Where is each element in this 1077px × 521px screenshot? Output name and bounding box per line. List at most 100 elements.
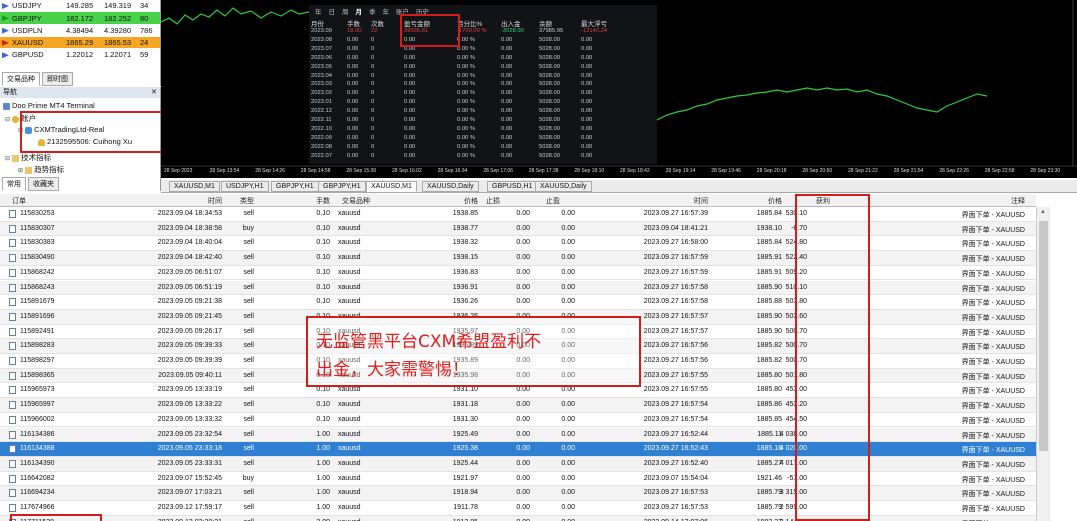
popup-tab[interactable]: 月 — [356, 6, 363, 16]
column-header[interactable]: 订单 — [12, 196, 26, 206]
table-row[interactable]: 115966002 2023.09.05 13:33:32 sell 0.10 xauu… — [0, 413, 1036, 428]
nav-account-item[interactable]: 2132595506: Cuihong Xu — [38, 137, 132, 146]
nav-trend[interactable]: ⊞ 趋势指标 — [18, 164, 64, 175]
table-row[interactable]: 115891679 2023.09.05 09:21:38 sell 0.10 xauu… — [0, 295, 1036, 310]
scroll-up-icon[interactable]: ▲ — [1040, 209, 1046, 215]
nav-indicators[interactable]: ⊟ 技术指标 — [5, 152, 51, 163]
table-cell: 2023.09.27 16:57:53 — [643, 489, 708, 497]
popup-cell: 0.00 — [347, 90, 359, 97]
market-row[interactable]: GBPUSD 1.22012 1.22071 59 — [0, 49, 160, 61]
popup-cell: 0.00 % — [457, 81, 476, 88]
table-cell: 453.00 — [785, 386, 807, 394]
market-row[interactable]: GBPJPY 182.172 182.252 80 — [0, 12, 160, 24]
column-header[interactable]: 止损 — [460, 196, 500, 206]
table-row[interactable]: 116134386 2023.09.05 23:32:54 sell 1.00 xauu… — [0, 427, 1036, 443]
column-header[interactable]: 时间 — [630, 196, 708, 206]
table-cell: 0.10 — [316, 298, 330, 306]
table-row[interactable]: 115830253 2023.09.04 18:34:53 sell 0.10 xauu… — [0, 207, 1036, 222]
popup-tab[interactable]: 年 — [315, 6, 322, 16]
popup-row: 2023.01 0.00 0 0.00 0.00 % 0.00 5028.00 0.00 — [309, 99, 657, 107]
chart-tab[interactable]: GBPJPY,H1 — [318, 181, 366, 192]
table-row[interactable]: 116694234 2023.09.07 17:03:21 sell 1.00 xauu… — [0, 486, 1036, 501]
popup-tab[interactable]: 历史 — [416, 6, 429, 16]
vertical-scrollbar[interactable]: ▲ — [1036, 207, 1050, 521]
nav-broker[interactable]: ⊟ CXMTradingLtd-Real — [18, 125, 104, 134]
table-row[interactable]: 116134390 2023.09.05 23:33:31 sell 1.00 xauu… — [0, 456, 1036, 472]
table-cell: 116134390 — [20, 459, 55, 467]
table-cell: sell — [243, 430, 254, 438]
popup-cell: 0.00 — [404, 117, 416, 123]
table-cell: 2023.09.12 17:59:17 — [157, 504, 222, 511]
table-row[interactable]: 115868242 2023.09.05 06:51:07 sell 0.10 xauu… — [0, 266, 1036, 281]
table-cell: 2023.09.27 16:57:58 — [643, 298, 708, 306]
table-cell: xauusd — [338, 459, 361, 467]
table-row[interactable]: 115830383 2023.09.04 18:40:04 sell 0.10 xauu… — [0, 236, 1036, 252]
column-header[interactable]: 获利 — [790, 196, 830, 206]
column-header[interactable]: 时间 — [148, 196, 222, 206]
column-header[interactable]: 注释 — [900, 196, 1025, 206]
table-cell: 界面下单 - XAUUSD — [961, 329, 1025, 337]
arrow-icon — [2, 27, 9, 34]
table-cell: sell — [243, 371, 254, 379]
column-header[interactable]: 交易品种 — [322, 196, 370, 206]
table-row[interactable]: 115830307 2023.09.04 18:38:58 buy 0.10 xauus… — [0, 221, 1036, 237]
table-row[interactable]: 115830490 2023.09.04 18:42:40 sell 0.10 xauu… — [0, 251, 1036, 266]
table-cell: 2023.09.27 16:57:59 — [643, 254, 708, 262]
table-cell: 0.00 — [561, 298, 575, 306]
market-row[interactable]: USDJPY 149.285 149.319 34 — [0, 0, 160, 12]
popup-tab[interactable]: 账户 — [396, 6, 409, 16]
market-row[interactable]: XAUUSD 1865.29 1865.53 24 — [0, 36, 160, 49]
x-tick-label: 28 Sep 21:22 — [848, 168, 878, 174]
market-watch-tabs: 交易品种 即时图 — [2, 72, 73, 86]
table-cell: 2023.09.07 15:52:45 — [157, 474, 222, 482]
popup-cell: 0 — [371, 99, 375, 106]
popup-tab[interactable]: 周 — [342, 6, 349, 16]
tab-common[interactable]: 常用 — [2, 177, 26, 191]
warning-overlay: 无监管黑平台CXM希盟盈利不 出金，大家需警惕！ — [306, 316, 641, 387]
nav-terminal[interactable]: Doo Prime MT4 Terminal — [3, 101, 95, 110]
chart-tab[interactable]: USDJPY,H1 — [221, 181, 269, 192]
close-icon[interactable]: ✕ — [151, 87, 157, 98]
market-spread: 786 — [140, 25, 153, 35]
market-watch-panel: USDJPY 149.285 149.319 34 GBPJPY 182.172 182.2… — [0, 0, 161, 86]
tab-tick-chart[interactable]: 即时图 — [42, 72, 73, 86]
popup-cell: 2022.10 — [311, 125, 332, 132]
tab-symbols[interactable]: 交易品种 — [2, 72, 40, 86]
table-cell: 454.50 — [785, 415, 807, 423]
chart-tab[interactable]: XAUUSD,M1 — [169, 181, 220, 192]
column-header[interactable]: 类型 — [230, 196, 254, 206]
chart-tab[interactable]: GBPUSD,H1 — [487, 181, 538, 192]
table-cell: 115965997 — [20, 401, 55, 409]
tab-favorites[interactable]: 收藏夹 — [28, 177, 59, 191]
table-cell: 2023.09.05 09:21:45 — [157, 312, 222, 320]
nav-accounts[interactable]: ⊟ 账户 — [5, 113, 36, 124]
popup-cell: 2023.03 — [311, 81, 332, 88]
table-row[interactable]: 115965997 2023.09.05 13:33:22 sell 0.10 xauu… — [0, 398, 1036, 413]
table-row[interactable]: 116134388 2023.09.05 23:33:18 sell 1.00 xauu… — [0, 442, 1036, 457]
table-row[interactable]: 1177115382023.09.13 03:30:21sell3.00xauu… — [0, 515, 1036, 521]
table-cell: xauusd — [338, 298, 361, 306]
table-row[interactable]: 116642082 2023.09.07 15:52:45 buy 1.00 xauus… — [0, 472, 1036, 487]
table-row[interactable]: 115868243 2023.09.05 06:51:19 sell 0.10 xauu… — [0, 280, 1036, 296]
popup-cell: 2022.07 — [311, 152, 332, 159]
table-cell: 1936.26 — [452, 298, 478, 306]
popup-tab[interactable]: 日 — [329, 6, 336, 16]
column-header[interactable]: 价格 — [720, 196, 782, 206]
price-chart[interactable]: 28 Sep 2023 28 Sep 13:54 28 Sep 14:26 28 Se… — [161, 0, 1077, 178]
market-row[interactable]: USDPLN 4.38494 4.39280 786 — [0, 24, 160, 37]
chart-tab[interactable]: XAUUSD,Daily — [422, 181, 479, 192]
column-header[interactable]: 止盈 — [520, 196, 560, 206]
chart-tab[interactable]: GBPJPY,H1 — [271, 181, 319, 192]
table-cell: 界面下单 - XAUUSD — [961, 373, 1025, 381]
market-symbol: XAUUSD — [12, 38, 44, 48]
popup-tab[interactable]: 年 — [383, 6, 390, 16]
scrollbar-thumb[interactable] — [1039, 221, 1048, 451]
table-row[interactable]: 117674966 2023.09.12 17:59:17 sell 1.00 xauu… — [0, 501, 1036, 516]
popup-cell: 0.00 — [347, 134, 359, 141]
folder-icon — [12, 154, 20, 162]
popup-cell: 0.00 — [501, 99, 513, 106]
chart-tab[interactable]: XAUUSD,Daily — [535, 181, 592, 192]
popup-tab[interactable]: 季 — [369, 6, 376, 16]
popup-row: 2022.11 0.00 0 0.00 0.00 % 0.00 5028.00 0.00 — [309, 117, 657, 125]
chart-tab[interactable]: XAUUSD,M1 — [366, 181, 417, 192]
